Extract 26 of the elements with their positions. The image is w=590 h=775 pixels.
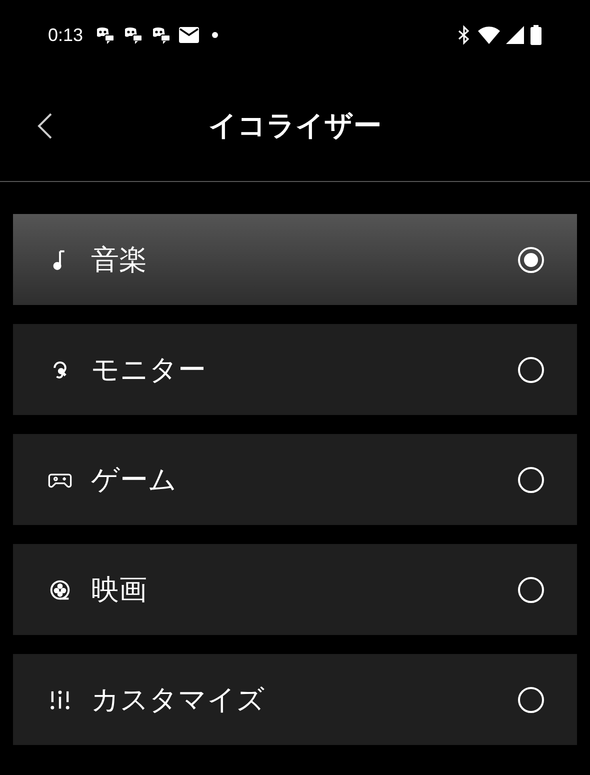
- radio-button[interactable]: [518, 356, 544, 382]
- battery-icon: [530, 25, 542, 45]
- preset-label: 映画: [91, 572, 147, 608]
- radio-button[interactable]: [518, 246, 544, 272]
- status-time: 0:13: [48, 24, 84, 46]
- preset-option[interactable]: カスタマイズ: [13, 654, 577, 745]
- preset-label: カスタマイズ: [91, 682, 265, 718]
- preset-label: ゲーム: [91, 462, 177, 498]
- preset-label: モニター: [91, 352, 206, 388]
- preset-option[interactable]: ゲーム: [13, 434, 577, 525]
- page-title: イコライザー: [208, 108, 382, 144]
- chat-app-icon: [151, 26, 172, 44]
- preset-option[interactable]: モニター: [13, 324, 577, 415]
- bluetooth-icon: [456, 25, 472, 45]
- back-icon: [37, 112, 53, 138]
- radio-button[interactable]: [518, 686, 544, 712]
- chat-app-icon: [95, 26, 116, 44]
- wifi-icon: [478, 26, 500, 44]
- preset-label: 音楽: [91, 242, 147, 278]
- radio-button[interactable]: [518, 576, 544, 602]
- signal-icon: [506, 26, 524, 44]
- preset-option[interactable]: 映画: [13, 544, 577, 635]
- mail-icon: [179, 27, 200, 43]
- preset-option[interactable]: 音楽: [13, 214, 577, 305]
- chat-app-icon: [123, 26, 144, 44]
- radio-button[interactable]: [518, 466, 544, 492]
